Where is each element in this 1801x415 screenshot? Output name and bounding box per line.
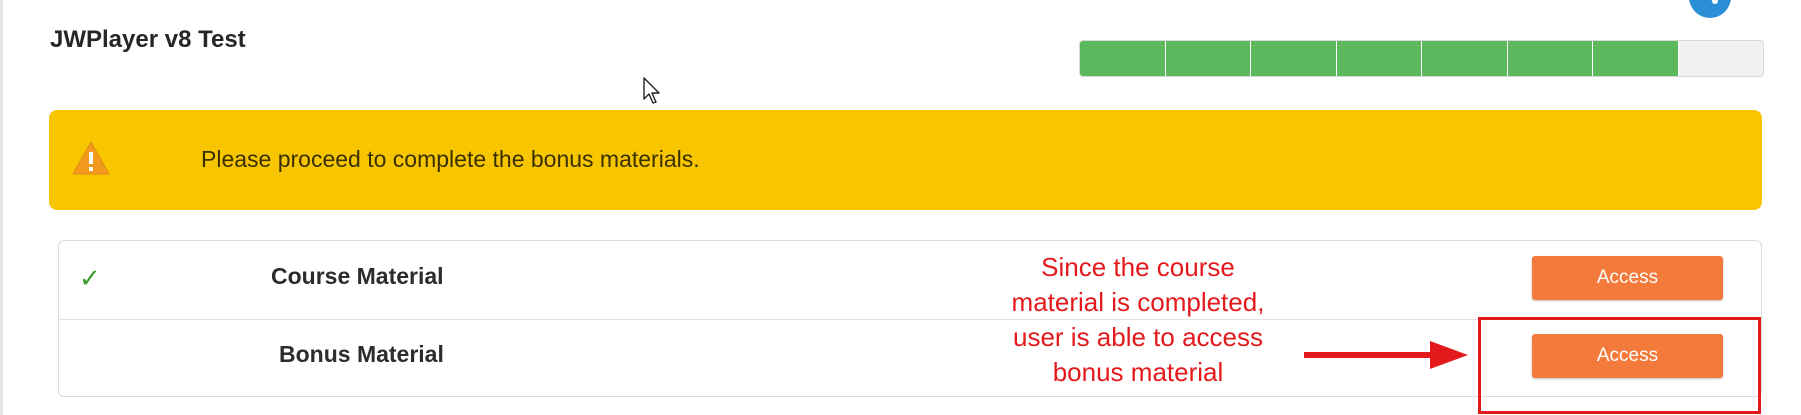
course-progress-bar: [1079, 40, 1764, 77]
mouse-cursor-icon: [643, 77, 663, 110]
page: JWPlayer v8 Test Please proceed to compl…: [0, 0, 1801, 415]
material-label: Course Material: [271, 263, 444, 289]
progress-segment: [1678, 41, 1763, 76]
annotation-note: Since the course material is completed, …: [988, 250, 1288, 390]
material-label: Bonus Material: [279, 341, 444, 367]
progress-segment: [1080, 41, 1166, 76]
annotation-line: bonus material: [1052, 357, 1224, 387]
bonus-alert-banner: Please proceed to complete the bonus mat…: [49, 110, 1762, 210]
course-material-access-button[interactable]: Access: [1532, 256, 1723, 300]
progress-segment: [1593, 41, 1679, 76]
progress-segment: [1336, 41, 1422, 76]
annotation-line: user is able to access: [1012, 322, 1263, 352]
share-button[interactable]: [1689, 0, 1731, 18]
list-item-course-material: ✓ Course Material Access: [59, 241, 1761, 320]
progress-segment: [1251, 41, 1337, 76]
annotation-highlight-box: [1478, 317, 1761, 414]
annotation-line: material is completed,: [1011, 287, 1265, 317]
progress-segment: [1422, 41, 1508, 76]
annotation-arrow-icon: [1302, 337, 1472, 378]
annotation-line: Since the course: [1041, 252, 1235, 282]
left-border: [0, 0, 3, 415]
progress-segment: [1507, 41, 1593, 76]
progress-segment: [1165, 41, 1251, 76]
checkmark-icon: ✓: [79, 263, 101, 293]
page-title: JWPlayer v8 Test: [50, 26, 246, 53]
alert-message: Please proceed to complete the bonus mat…: [201, 146, 700, 172]
warning-icon: [71, 140, 111, 181]
share-icon: [1699, 0, 1721, 11]
